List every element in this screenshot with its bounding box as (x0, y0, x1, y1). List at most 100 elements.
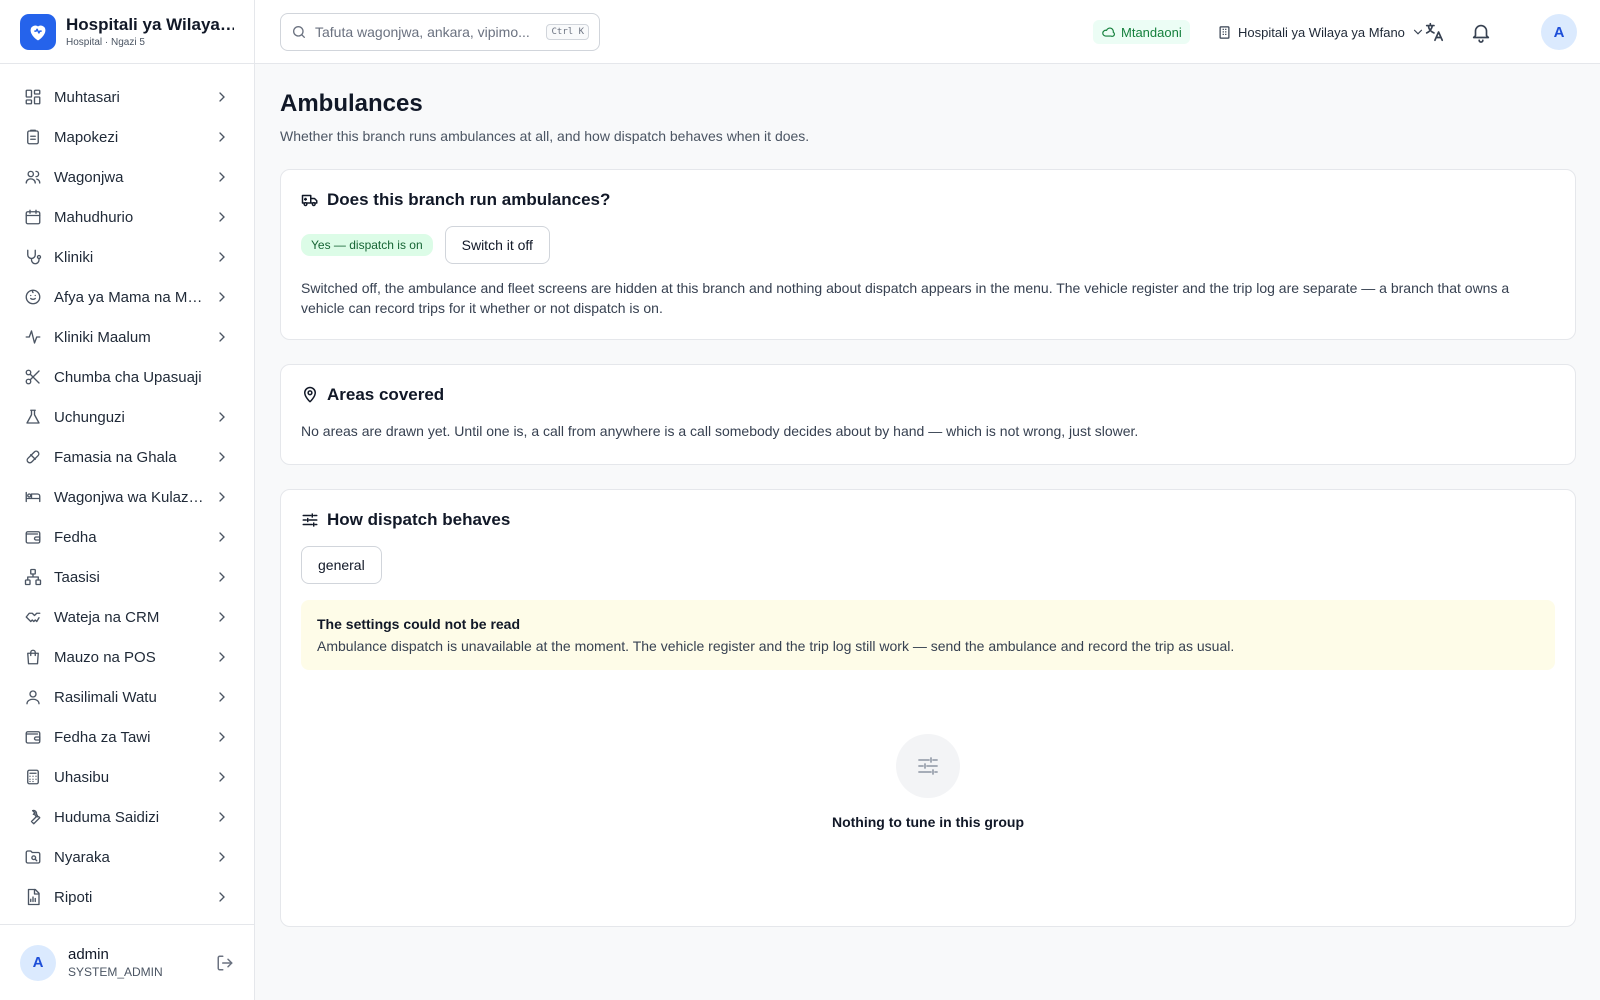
sidebar-item-mahudhurio[interactable]: Mahudhurio (0, 197, 254, 237)
sliders-icon (302, 513, 318, 527)
sidebar-item-wateja-na-crm[interactable]: Wateja na CRM (0, 597, 254, 637)
report-icon (27, 888, 40, 906)
avatar[interactable]: A (20, 944, 56, 981)
error-alert: The settings could not be read Ambulance… (301, 600, 1555, 670)
sidebar-item-fedha-za-tawi[interactable]: Fedha za Tawi (0, 717, 254, 757)
sidebar-item-nyaraka[interactable]: Nyaraka (0, 837, 254, 877)
card-title: Does this branch run ambulances? (327, 190, 611, 209)
chevron-right-icon (219, 412, 225, 422)
sidebar-item-mapokezi[interactable]: Mapokezi (0, 117, 254, 157)
branch-name: Hospitali ya Wilaya ya Mfano (1238, 24, 1405, 40)
sidebar-item-label: Wagonjwa wa Kulazwa (54, 488, 206, 506)
cloud-icon (1102, 27, 1115, 37)
activity-icon (25, 330, 41, 344)
branch-selector[interactable]: Hospitali ya Wilaya ya Mfano (1217, 20, 1425, 44)
user-group-icon (26, 690, 40, 705)
empty-state: Nothing to tune in this group (301, 670, 1555, 916)
chevron-right-icon (219, 332, 225, 342)
sidebar-item-wagonjwa[interactable]: Wagonjwa (0, 157, 254, 197)
sidebar-item-label: Rasilimali Watu (54, 688, 157, 706)
card-dispatch-behaviour: How dispatch behaves general The setting… (280, 489, 1576, 927)
chevron-right-icon (219, 892, 225, 902)
chevron-right-icon (219, 532, 225, 542)
map-pin-icon (304, 386, 316, 403)
pill-icon (26, 450, 40, 464)
sidebar-item-afya-ya-mama-na-mtoto[interactable]: Afya ya Mama na Mtoto (0, 277, 254, 317)
building-icon (1219, 25, 1230, 39)
sidebar-item-famasia-na-ghala[interactable]: Famasia na Ghala (0, 437, 254, 477)
sidebar-item-rasilimali-watu[interactable]: Rasilimali Watu (0, 677, 254, 717)
sidebar: Hospitali ya Wilaya ya Mfano Hospital · … (0, 0, 255, 1000)
chevron-right-icon (219, 292, 225, 302)
sidebar-item-muhtasari[interactable]: Muhtasari (0, 77, 254, 117)
sliders-icon (896, 734, 960, 798)
topbar: Tafuta wagonjwa, ankara, vipimo... Ctrl … (255, 0, 1600, 64)
switch-off-button[interactable]: Switch it off (444, 226, 550, 264)
baby-icon (25, 289, 41, 305)
bed-icon (25, 491, 41, 503)
sidebar-item-label: Nyaraka (54, 848, 110, 866)
page-description: Whether this branch runs ambulances at a… (280, 128, 810, 144)
card-areas-covered: Areas covered No areas are drawn yet. Un… (280, 364, 1576, 465)
bell-icon[interactable] (1470, 21, 1492, 43)
chevron-right-icon (219, 212, 225, 222)
chevron-right-icon (219, 652, 225, 662)
sidebar-item-huduma-saidizi[interactable]: Huduma Saidizi (0, 797, 254, 837)
dispatch-status-badge: Yes — dispatch is on (301, 234, 433, 256)
translate-icon[interactable] (1423, 21, 1445, 43)
sidebar-item-label: Kliniki Maalum (54, 328, 151, 346)
sidebar-item-label: Fedha (54, 528, 97, 546)
sidebar-item-kliniki-maalum[interactable]: Kliniki Maalum (0, 317, 254, 357)
clipboard-icon (27, 129, 39, 145)
chevron-right-icon (219, 132, 225, 142)
sidebar-item-label: Ripoti (54, 888, 93, 906)
user-box: A admin SYSTEM_ADMIN (0, 924, 254, 1000)
card-title: How dispatch behaves (327, 510, 511, 529)
heart-logo-icon (20, 13, 56, 50)
sidebar-item-uchunguzi[interactable]: Uchunguzi (0, 397, 254, 437)
sidebar-item-mauzo-na-pos[interactable]: Mauzo na POS (0, 637, 254, 677)
chevron-right-icon (219, 252, 225, 262)
sidebar-item-fedha[interactable]: Fedha (0, 517, 254, 557)
group-general-tab[interactable]: general (301, 546, 382, 584)
chevron-right-icon (219, 692, 225, 702)
handshake-icon (25, 612, 41, 623)
sidebar-item-label: Chumba cha Upasuaji (54, 368, 202, 386)
search-icon (293, 26, 305, 38)
stethoscope-icon (27, 249, 42, 265)
status-badge: Mtandaoni (1093, 20, 1190, 44)
sidebar-item-label: Wateja na CRM (54, 608, 160, 626)
logout-icon[interactable] (216, 954, 234, 972)
search-shortcut: Ctrl K (546, 24, 589, 40)
brand[interactable]: Hospitali ya Wilaya ya Mfano Hospital · … (0, 0, 254, 64)
chevron-right-icon (219, 172, 225, 182)
sidebar-item-label: Uhasibu (54, 768, 110, 786)
sidebar-item-chumba-cha-upasuaji[interactable]: Chumba cha Upasuaji (0, 357, 254, 397)
truck-icon (301, 194, 318, 207)
sidebar-item-label: Huduma Saidizi (54, 808, 160, 826)
card-description: Switched off, the ambulance and fleet sc… (301, 280, 1510, 316)
sidebar-item-kliniki[interactable]: Kliniki (0, 237, 254, 277)
sidebar-item-label: Famasia na Ghala (54, 448, 177, 466)
chevron-right-icon (219, 452, 225, 462)
chevron-right-icon (219, 772, 225, 782)
status-text: Mtandaoni (1121, 24, 1182, 40)
user-avatar-button[interactable]: A (1541, 14, 1577, 50)
chevron-right-icon (219, 92, 225, 102)
sidebar-item-ripoti[interactable]: Ripoti (0, 877, 254, 917)
sidebar-nav: Muhtasari Mapokezi Wagonjwa Mahudhurio Klini… (0, 64, 254, 917)
empty-state-text: Nothing to tune in this group (831, 814, 1025, 830)
sidebar-item-taasisi[interactable]: Taasisi (0, 557, 254, 597)
search-input[interactable]: Tafuta wagonjwa, ankara, vipimo... Ctrl … (280, 13, 600, 51)
sidebar-item-uhasibu[interactable]: Uhasibu (0, 757, 254, 797)
alert-text: Ambulance dispatch is unavailable at the… (317, 638, 1235, 654)
shopping-bag-icon (27, 649, 39, 665)
chevron-right-icon (219, 732, 225, 742)
brand-title: Hospitali ya Wilaya ya Mfano (66, 15, 234, 34)
chevron-right-icon (219, 492, 225, 502)
alert-title: The settings could not be read (317, 616, 521, 632)
sidebar-item-label: Afya ya Mama na Mtoto (54, 288, 206, 306)
sidebar-item-wagonjwa-wa-kulazwa[interactable]: Wagonjwa wa Kulazwa (0, 477, 254, 517)
wallet-icon (25, 531, 41, 544)
scissors-icon (25, 369, 40, 385)
